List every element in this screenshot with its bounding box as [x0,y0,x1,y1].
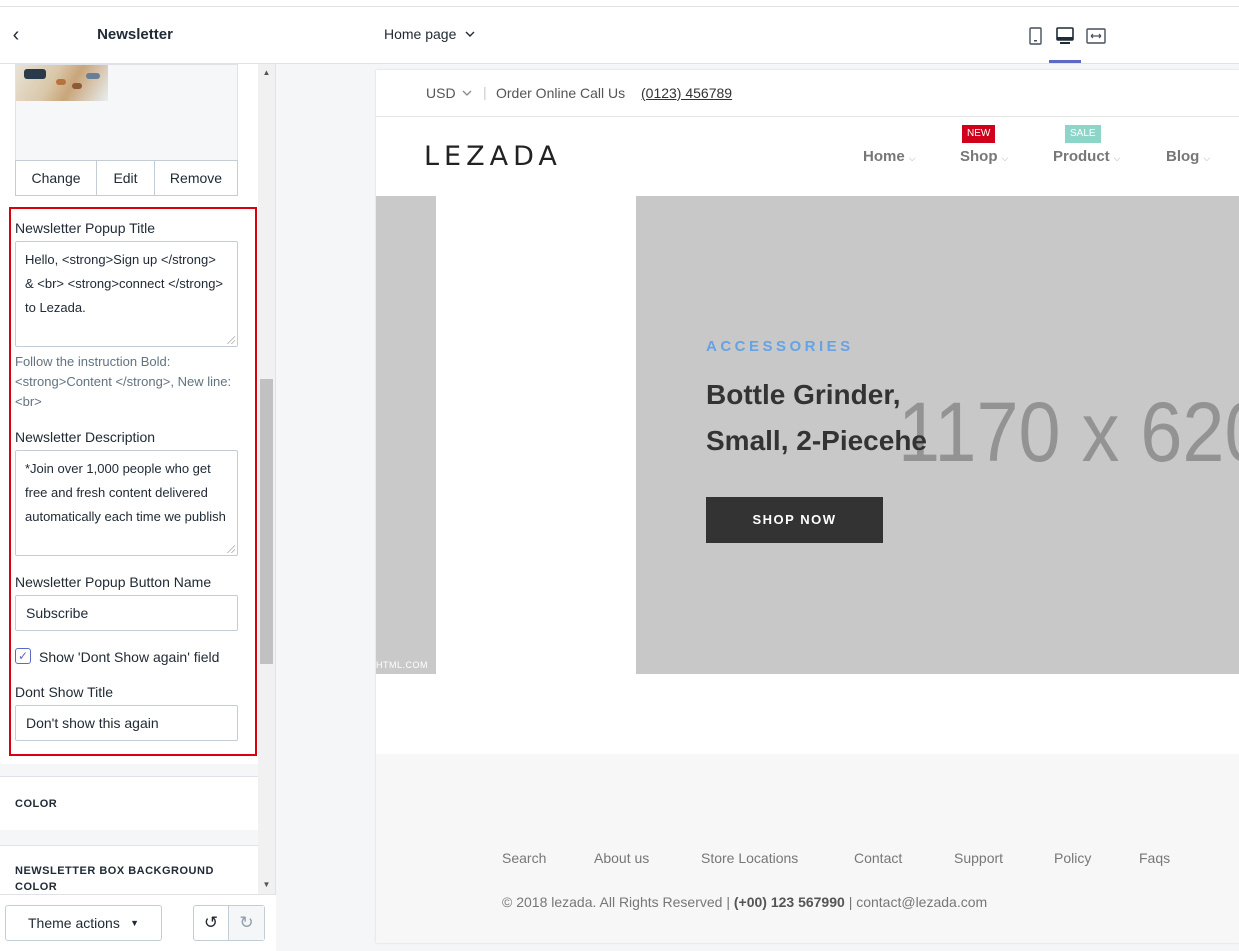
nav-home-label: Home [863,148,905,165]
editor-topbar: Home page [276,7,1239,64]
footer-link-faqs[interactable]: Faqs [1139,850,1170,866]
footer-phone: (+00) 123 567990 [733,894,845,910]
browser-top-strip [0,0,1239,7]
section-gap [0,764,258,776]
newsletter-image-thumbnail [16,65,108,101]
nav-blog-label: Blog [1166,148,1200,165]
footer-link-search[interactable]: Search [502,850,546,866]
popup-title-textarea[interactable]: Hello, <strong>Sign up </strong> & <br> … [15,241,238,347]
nav-product[interactable]: Product ⌵ [1053,148,1121,165]
edit-image-button[interactable]: Edit [97,161,155,195]
remove-image-button[interactable]: Remove [155,161,237,195]
hero-left-caption: HTML.COM [376,660,428,670]
desktop-icon[interactable] [1054,25,1076,47]
order-text: Order Online Call Us [496,85,626,101]
undo-redo-group: ↺ ↻ [193,905,265,941]
footer-link-policy[interactable]: Policy [1054,850,1091,866]
hero-category: ACCESSORIES [706,338,854,355]
nav-blog[interactable]: Blog ⌵ [1166,148,1210,165]
chevron-down-icon [462,90,472,96]
chevron-down-icon: ⌵ [1203,153,1211,163]
nav-shop-label: Shop [960,148,998,165]
hero-title-line1: Bottle Grinder, [706,379,901,410]
image-preview [15,64,238,160]
page-selector[interactable]: Home page [384,26,475,42]
dont-show-title-label: Dont Show Title [15,684,114,700]
popup-title-hint: Follow the instruction Bold: <strong>Con… [15,354,232,409]
description-label: Newsletter Description [15,429,156,445]
sidebar-header: ‹ Newsletter [0,7,276,64]
theme-actions-button[interactable]: Theme actions ▼ [5,905,162,941]
scrollbar-thumb[interactable] [260,379,273,664]
nav-shop[interactable]: Shop ⌵ [960,148,1008,165]
hero-slide: 1170 x 620 ACCESSORIES Bottle Grinder, S… [636,196,1239,674]
mobile-icon[interactable] [1024,25,1046,47]
color-section-title: COLOR [15,798,58,810]
currency-selector[interactable]: USD [426,85,472,101]
footer-link-contact[interactable]: Contact [854,850,902,866]
new-badge: NEW [962,125,996,143]
hero-prev-slide: HTML.COM [376,196,436,674]
footer-link-support[interactable]: Support [954,850,1003,866]
page-selector-label: Home page [384,26,457,42]
dont-show-title-input[interactable]: Don't show this again [15,705,238,741]
divider: | [483,84,487,100]
dont-show-checkbox-label: Show 'Dont Show again' field [39,649,220,665]
chevron-down-icon: ⌵ [1113,153,1121,163]
box-background-section[interactable]: NEWSLETTER BOX BACKGROUND COLOR [0,845,258,894]
sale-badge: SALE [1065,125,1101,143]
hero-title: Bottle Grinder, Small, 2-Piecehe [706,372,1006,464]
store-logo[interactable]: LEZADA [424,141,562,172]
copyright-text: © 2018 lezada. All Rights Reserved | (+0… [502,894,987,910]
chevron-down-icon: ⌵ [908,153,916,163]
store-footer: Search About us Store Locations Contact … [376,754,1239,943]
footer-link-locations[interactable]: Store Locations [701,850,798,866]
active-device-indicator [1049,60,1081,63]
box-background-section-title: NEWSLETTER BOX BACKGROUND COLOR [15,865,214,893]
scroll-down-arrow-icon[interactable]: ▼ [261,880,272,889]
store-preview: USD | Order Online Call Us (0123) 456789… [376,70,1239,943]
resize-grip-icon[interactable] [227,336,235,344]
scroll-up-arrow-icon[interactable]: ▲ [261,68,272,77]
theme-actions-label: Theme actions [28,915,120,931]
sidebar-footer: Theme actions ▼ ↺ ↻ [0,894,276,951]
hero-title-line2: Small, 2-Piecehe [706,425,928,456]
section-gap [0,830,258,845]
image-actions: Change Edit Remove [15,160,238,196]
sidebar-scrollbar[interactable]: ▲ ▼ [258,64,275,894]
popup-title-value: Hello, <strong>Sign up </strong> & <br> … [25,252,224,315]
undo-icon[interactable]: ↺ [194,906,229,940]
popup-title-label: Newsletter Popup Title [15,220,156,236]
sidebar-scroll-area: Change Edit Remove Newsletter Popup Titl… [0,64,258,894]
shop-now-button[interactable]: SHOP NOW [706,497,883,543]
nav-product-label: Product [1053,148,1110,165]
resize-grip-icon[interactable] [227,545,235,553]
button-name-label: Newsletter Popup Button Name [15,574,212,590]
fullwidth-icon[interactable] [1085,25,1107,47]
footer-link-about[interactable]: About us [594,850,649,866]
store-topbar: USD | Order Online Call Us (0123) 456789 [376,70,1239,117]
chevron-down-icon [465,31,475,37]
description-value: *Join over 1,000 people who get free and… [25,461,226,524]
redo-icon[interactable]: ↻ [229,906,264,940]
sidebar-title: Newsletter [97,26,173,43]
caret-down-icon: ▼ [130,918,139,928]
footer-email: | contact@lezada.com [848,894,988,910]
store-header: LEZADA Home ⌵ NEW Shop ⌵ SALE Product ⌵ Blo… [376,117,1239,196]
currency-label: USD [426,85,456,101]
dont-show-checkbox[interactable]: ✓ [15,648,31,664]
nav-home[interactable]: Home ⌵ [863,148,916,165]
color-section[interactable]: COLOR [0,776,258,830]
copyright-label: © 2018 lezada. All Rights Reserved | [502,894,730,910]
button-name-input[interactable]: Subscribe [15,595,238,631]
description-textarea[interactable]: *Join over 1,000 people who get free and… [15,450,238,556]
phone-link[interactable]: (0123) 456789 [641,85,732,101]
change-image-button[interactable]: Change [16,161,97,195]
theme-editor-sidebar: ‹ Newsletter Change Edit Remove Newslett… [0,7,276,951]
chevron-down-icon: ⌵ [1001,153,1009,163]
